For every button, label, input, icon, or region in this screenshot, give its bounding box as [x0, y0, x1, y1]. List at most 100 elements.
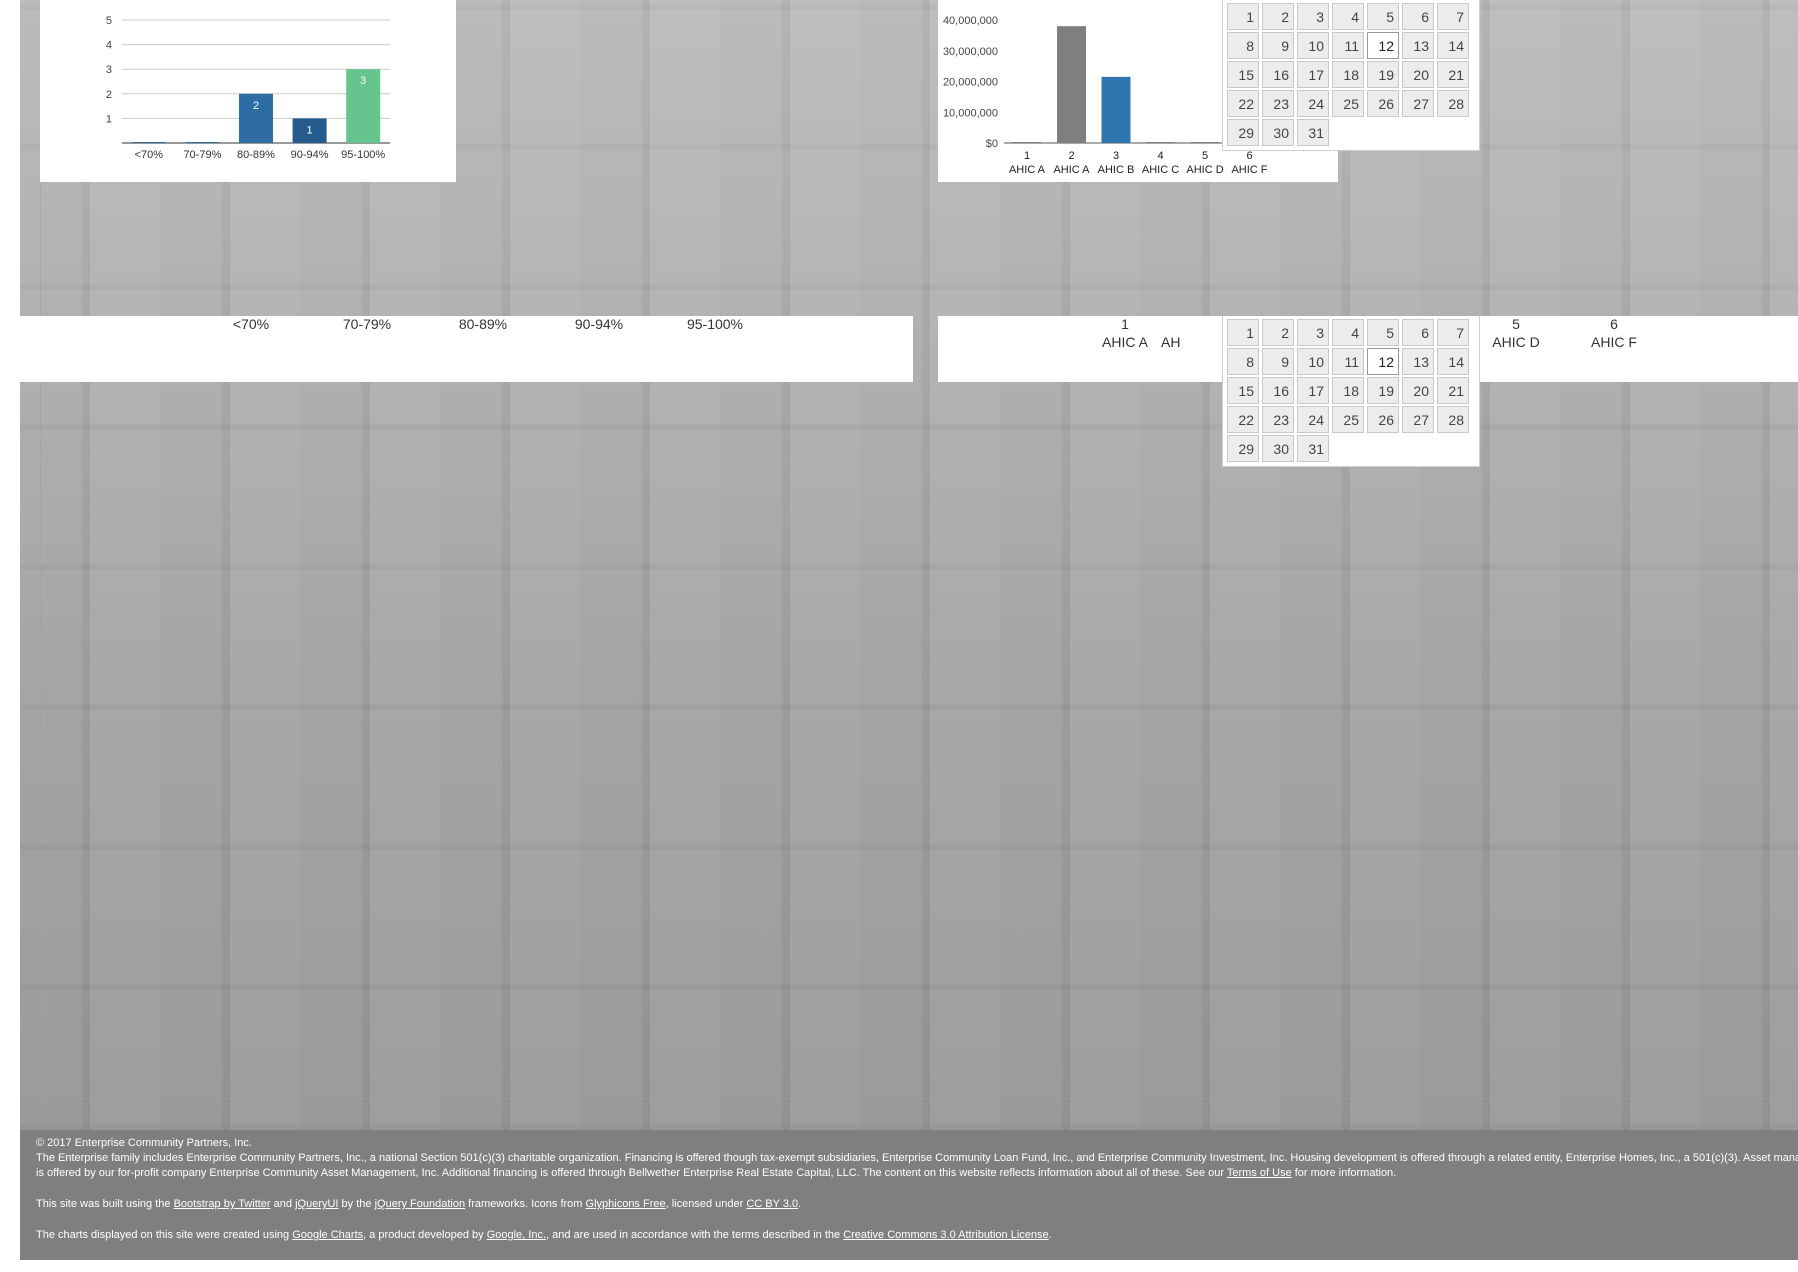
calendar-day[interactable]: 29 [1227, 119, 1259, 146]
calendar-day[interactable]: 25 [1332, 406, 1364, 433]
footer-legal-text: is offered by our for-profit company Ent… [36, 1167, 1225, 1179]
terms-of-use-link[interactable]: Terms of Use [1227, 1167, 1292, 1179]
calendar-day[interactable]: 14 [1437, 32, 1469, 59]
footer-copyright: © 2017 Enterprise Community Partners, In… [36, 1137, 252, 1149]
calendar-day[interactable]: 25 [1332, 90, 1364, 117]
calendar-day[interactable]: 10 [1297, 32, 1329, 59]
cc-attribution-license-link[interactable]: Creative Commons 3.0 Attribution License [843, 1229, 1048, 1241]
strip-num-1: 1 [1121, 316, 1129, 332]
calendar-day[interactable]: 30 [1262, 119, 1294, 146]
calendar-day[interactable]: 13 [1402, 32, 1434, 59]
calendar-day[interactable]: 11 [1332, 348, 1364, 375]
calendar-day[interactable]: 1 [1227, 319, 1259, 346]
calendar-day[interactable]: 20 [1402, 377, 1434, 404]
calendar-day[interactable]: 28 [1437, 90, 1469, 117]
calendar-day[interactable]: 18 [1332, 61, 1364, 88]
strip-category-5: AHIC D [1492, 334, 1540, 350]
x-tick-label: 4 [1157, 150, 1163, 162]
x-tick-label: 90-94% [291, 149, 329, 161]
calendar-day[interactable]: 3 [1297, 319, 1329, 346]
calendar-day[interactable]: 2 [1262, 3, 1294, 30]
calendar-day[interactable]: 22 [1227, 90, 1259, 117]
calendar-day[interactable]: 21 [1437, 377, 1469, 404]
calendar-day[interactable]: 15 [1227, 61, 1259, 88]
calendar-day[interactable]: 18 [1332, 377, 1364, 404]
strip-category-2-partial: AH [1161, 334, 1181, 350]
calendar-day[interactable]: 16 [1262, 377, 1294, 404]
calendar-day[interactable]: 11 [1332, 32, 1364, 59]
calendar-day[interactable]: 23 [1262, 90, 1294, 117]
calendar-day[interactable]: 2 [1262, 319, 1294, 346]
google-charts-link[interactable]: Google Charts [292, 1229, 363, 1241]
calendar-day[interactable]: 16 [1262, 61, 1294, 88]
bar [131, 142, 166, 143]
calendar-day[interactable]: 28 [1437, 406, 1469, 433]
calendar-day[interactable]: 13 [1402, 348, 1434, 375]
calendar-day[interactable]: 21 [1437, 61, 1469, 88]
calendar-day[interactable]: 26 [1367, 406, 1399, 433]
glyphicons-link[interactable]: Glyphicons Free [586, 1198, 666, 1210]
bar [185, 142, 220, 143]
charts-credit-mid: , a product developed by [363, 1229, 484, 1241]
x-tick-label: 95-100% [341, 149, 385, 161]
occupancy-chart-panel: 5 4 3 2 1 <70% 70-79% 2 80-89% 1 90-94% 3 95-100% [40, 0, 456, 182]
cc-by-link[interactable]: CC BY 3.0 [746, 1198, 798, 1210]
calendar-day[interactable]: 9 [1262, 348, 1294, 375]
x-category-label: AHIC B [1098, 164, 1135, 176]
calendar-day[interactable]: 22 [1227, 406, 1259, 433]
calendar-day[interactable]: 23 [1262, 406, 1294, 433]
calendar-day[interactable]: 5 [1367, 3, 1399, 30]
calendar-day[interactable]: 8 [1227, 32, 1259, 59]
strip-category-1: AHIC A [1102, 334, 1148, 350]
calendar-day[interactable]: 1 [1227, 3, 1259, 30]
calendar-day[interactable]: 9 [1262, 32, 1294, 59]
calendar-day[interactable]: 4 [1332, 3, 1364, 30]
calendar-day[interactable]: 15 [1227, 377, 1259, 404]
calendar-day[interactable]: 12 [1367, 348, 1399, 375]
bar-data-label: 2 [253, 100, 259, 112]
calendar-day-grid: 1 2 3 4 5 6 7 8 9 10 11 12 13 14 15 16 17 18 19 20 21 22 23 24 2… [1227, 0, 1479, 146]
strip-label-5: 95-100% [686, 316, 744, 332]
x-category-label: AHIC D [1186, 164, 1223, 176]
calendar-day[interactable]: 30 [1262, 435, 1294, 462]
calendar-day[interactable]: 6 [1402, 319, 1434, 346]
strip-label-4: 90-94% [574, 316, 624, 332]
calendar-day[interactable]: 7 [1437, 319, 1469, 346]
calendar-day[interactable]: 26 [1367, 90, 1399, 117]
calendar-day[interactable]: 24 [1297, 406, 1329, 433]
calendar-day[interactable]: 24 [1297, 90, 1329, 117]
calendar-day[interactable]: 6 [1402, 3, 1434, 30]
calendar-day[interactable]: 19 [1367, 377, 1399, 404]
datepicker-calendar-bottom[interactable]: 1 2 3 4 5 6 7 8 9 10 11 12 13 14 15 16 17 18 19 20 21 22 23 24 2… [1222, 316, 1480, 467]
footer-built-with: This site was built using the Bootstrap … [36, 1197, 1782, 1212]
calendar-day[interactable]: 29 [1227, 435, 1259, 462]
calendar-day[interactable]: 27 [1402, 90, 1434, 117]
calendar-day[interactable]: 10 [1297, 348, 1329, 375]
jquery-foundation-link[interactable]: jQuery Foundation [375, 1198, 466, 1210]
calendar-day[interactable]: 8 [1227, 348, 1259, 375]
calendar-day[interactable]: 12 [1367, 32, 1399, 59]
calendar-day[interactable]: 20 [1402, 61, 1434, 88]
y-tick-label: 4 [106, 40, 112, 52]
datepicker-calendar-top[interactable]: 1 2 3 4 5 6 7 8 9 10 11 12 13 14 15 16 17 18 19 20 21 22 23 24 2… [1222, 0, 1480, 151]
calendar-day[interactable]: 7 [1437, 3, 1469, 30]
calendar-day[interactable]: 14 [1437, 348, 1469, 375]
google-link[interactable]: Google, Inc. [487, 1229, 546, 1241]
calendar-day[interactable]: 3 [1297, 3, 1329, 30]
calendar-day[interactable]: 19 [1367, 61, 1399, 88]
calendar-day[interactable]: 5 [1367, 319, 1399, 346]
calendar-day[interactable]: 31 [1297, 435, 1329, 462]
calendar-day[interactable]: 31 [1297, 119, 1329, 146]
calendar-day[interactable]: 27 [1402, 406, 1434, 433]
calendar-day[interactable]: 17 [1297, 377, 1329, 404]
charts-credit-end: . [1048, 1229, 1052, 1241]
x-category-label: AHIC F [1231, 164, 1267, 176]
y-tick-label: 5 [106, 15, 112, 27]
bootstrap-link[interactable]: Bootstrap by Twitter [174, 1198, 271, 1210]
jqueryui-link[interactable]: jQueryUI [295, 1198, 338, 1210]
y-tick-label: 30,000,000 [943, 46, 998, 58]
x-category-label: AHIC A [1053, 164, 1090, 176]
strip-num-6: 6 [1610, 316, 1618, 332]
calendar-day[interactable]: 17 [1297, 61, 1329, 88]
calendar-day[interactable]: 4 [1332, 319, 1364, 346]
